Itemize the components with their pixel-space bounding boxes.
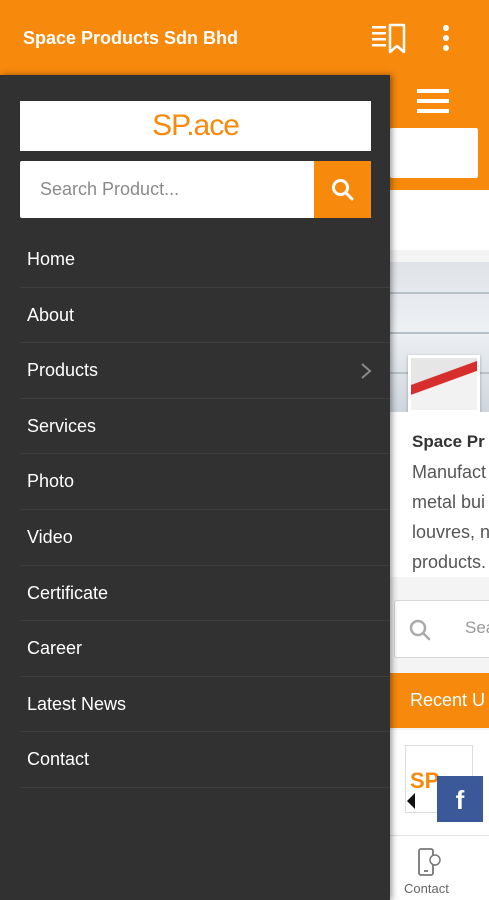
chevron-right-icon: [361, 363, 372, 379]
more-vertical-icon[interactable]: [436, 24, 456, 52]
drawer-menu: Home About Products Services Photo Video…: [0, 232, 390, 788]
company-title: Space Pr: [412, 432, 485, 451]
profile-thumbnail: [408, 355, 480, 413]
search-button[interactable]: [314, 161, 371, 218]
hamburger-menu-icon[interactable]: [417, 87, 449, 115]
menu-item-label: Video: [27, 526, 73, 547]
recent-updates-label: Recent U: [410, 690, 486, 710]
facebook-button[interactable]: f: [437, 776, 483, 822]
background-page: Space Pr Manufact metal bui louvres, n p…: [390, 75, 489, 900]
menu-item-label: Certificate: [27, 582, 109, 603]
menu-item-photo[interactable]: Photo: [20, 454, 390, 510]
menu-item-label: Career: [27, 638, 83, 659]
description-line: louvres, n: [412, 522, 489, 542]
drawer-search: [20, 161, 371, 218]
menu-item-label: Latest News: [27, 693, 127, 714]
bottom-nav-contact-label[interactable]: Contact: [404, 881, 449, 896]
logo-box: SP.ace: [20, 101, 371, 151]
menu-item-services[interactable]: Services: [20, 399, 390, 455]
search-input[interactable]: [20, 161, 314, 218]
company-info: Space Pr Manufact metal bui louvres, n p…: [390, 412, 489, 577]
menu-item-video[interactable]: Video: [20, 510, 390, 566]
menu-item-label: Products: [27, 360, 99, 381]
menu-item-certificate[interactable]: Certificate: [20, 566, 390, 622]
menu-item-label: Services: [27, 415, 97, 436]
phone-contact-icon: [418, 848, 441, 876]
menu-item-label: Home: [27, 249, 76, 269]
background-spacer: [390, 190, 489, 250]
description-line: metal bui: [412, 492, 486, 512]
menu-item-label: Contact: [27, 749, 90, 770]
menu-item-latest-news[interactable]: Latest News: [20, 677, 390, 733]
background-search-placeholder: Sea: [465, 618, 489, 637]
bottom-navigation: Contact: [390, 835, 489, 900]
description-line: Manufact: [412, 462, 487, 482]
menu-item-contact[interactable]: Contact: [20, 732, 390, 788]
recent-updates-header: Recent U: [390, 673, 489, 728]
description-line: products.: [412, 552, 487, 572]
menu-item-label: Photo: [27, 471, 75, 492]
background-search-bar[interactable]: Sea: [394, 600, 489, 658]
background-header: [390, 75, 489, 190]
space-logo: SP.ace: [152, 109, 240, 142]
menu-item-about[interactable]: About: [20, 288, 390, 344]
app-bar: Space Products Sdn Bhd: [0, 0, 489, 75]
navigation-drawer: SP.ace Home About Products Services Phot…: [0, 75, 390, 900]
card-logo: SP: [410, 768, 440, 793]
menu-item-home[interactable]: Home: [20, 232, 390, 288]
carousel-left-arrow-icon[interactable]: [407, 793, 415, 809]
app-title: Space Products Sdn Bhd: [23, 28, 239, 48]
menu-item-products[interactable]: Products: [20, 343, 390, 399]
menu-item-career[interactable]: Career: [20, 621, 390, 677]
background-header-box: [390, 128, 478, 178]
bookmark-list-icon[interactable]: [372, 22, 406, 54]
search-icon: [409, 619, 431, 641]
search-icon: [332, 179, 354, 201]
menu-item-label: About: [27, 304, 75, 325]
